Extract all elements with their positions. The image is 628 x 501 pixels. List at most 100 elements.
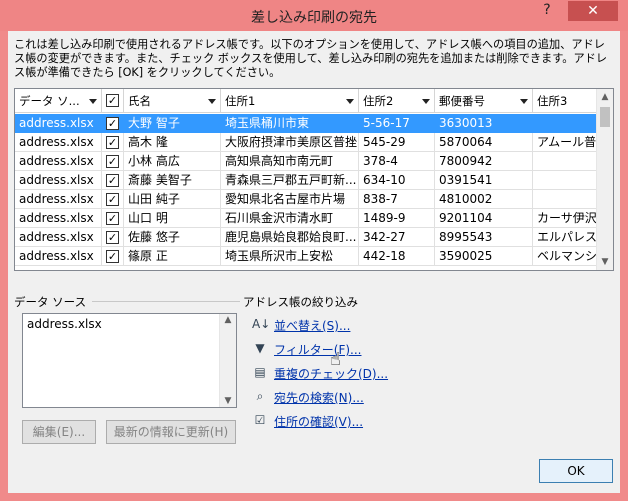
grid-header: データ ソ... ✓ 氏名 住所1 住所2 郵便番号 住所3 xyxy=(15,89,598,113)
cell-address2: 342-27 xyxy=(359,228,435,247)
datasource-divider xyxy=(92,301,240,302)
dialog-window: 差し込み印刷の宛先 ? ✕ これは差し込み印刷で使用されるアドレス帳です。以下の… xyxy=(0,0,628,501)
cell-address1: 高知県高知市南元町 xyxy=(221,152,359,171)
cell-address2: 1489-9 xyxy=(359,209,435,228)
cell-address1: 石川県金沢市清水町 xyxy=(221,209,359,228)
cell-zip: 9201104 xyxy=(435,209,533,228)
datasource-scrollbar[interactable]: ▲ ▼ xyxy=(219,314,236,407)
sort-link[interactable]: 並べ替え(S)... xyxy=(274,317,350,333)
cell-zip: 3590025 xyxy=(435,247,533,266)
cell-address3: エルパレス下 xyxy=(533,228,598,247)
duplicate-icon: ▤ xyxy=(254,365,266,379)
cell-address2: 838-7 xyxy=(359,190,435,209)
header-address1[interactable]: 住所1 xyxy=(221,89,359,113)
scroll-down-icon[interactable]: ▼ xyxy=(220,396,236,406)
verify-icon: ☑ xyxy=(254,413,266,427)
row-checkbox[interactable]: ✓ xyxy=(102,247,124,266)
cell-zip: 0391541 xyxy=(435,171,533,190)
cell-address2: 5-56-17 xyxy=(359,114,435,133)
cell-source: address.xlsx xyxy=(15,247,102,266)
cell-source: address.xlsx xyxy=(15,171,102,190)
dialog-body: これは差し込み印刷で使用されるアドレス帳です。以下のオプションを使用して、アドレ… xyxy=(8,31,620,493)
row-checkbox[interactable]: ✓ xyxy=(102,133,124,152)
check-icon[interactable]: ✓ xyxy=(106,193,119,206)
dropdown-arrow-icon[interactable] xyxy=(346,99,354,104)
header-zip[interactable]: 郵便番号 xyxy=(435,89,533,113)
dropdown-arrow-icon[interactable] xyxy=(89,99,97,104)
scroll-thumb[interactable] xyxy=(600,107,610,127)
close-button[interactable]: ✕ xyxy=(568,1,618,21)
scroll-up-icon[interactable]: ▲ xyxy=(597,89,613,105)
row-checkbox[interactable]: ✓ xyxy=(102,152,124,171)
hand-cursor-icon: ☝ xyxy=(330,349,341,370)
table-row[interactable]: address.xlsx ✓ 高木 隆 大阪府摂津市美原区普挫 545-29 5… xyxy=(15,133,598,152)
check-icon[interactable]: ✓ xyxy=(106,231,119,244)
search-icon: ⌕ xyxy=(256,389,264,403)
cell-zip: 7800942 xyxy=(435,152,533,171)
cell-address3: アムール普挫 xyxy=(533,133,598,152)
cell-address1: 鹿児島県姶良郡姶良町... xyxy=(221,228,359,247)
cell-name: 斎藤 美智子 xyxy=(124,171,221,190)
row-checkbox[interactable]: ✓ xyxy=(102,190,124,209)
header-address2[interactable]: 住所2 xyxy=(359,89,435,113)
check-icon[interactable]: ✓ xyxy=(106,117,119,130)
cell-source: address.xlsx xyxy=(15,133,102,152)
cell-name: 山田 純子 xyxy=(124,190,221,209)
table-row[interactable]: address.xlsx ✓ 小林 高広 高知県高知市南元町 378-4 780… xyxy=(15,152,598,171)
dropdown-arrow-icon[interactable] xyxy=(520,99,528,104)
help-button[interactable]: ? xyxy=(536,2,558,22)
check-icon[interactable]: ✓ xyxy=(106,174,119,187)
grid-vertical-scrollbar[interactable]: ▲ ▼ xyxy=(596,89,613,270)
scroll-down-icon[interactable]: ▼ xyxy=(597,254,613,270)
datasource-list[interactable]: address.xlsx ▲ ▼ xyxy=(22,313,237,408)
cell-address1: 大阪府摂津市美原区普挫 xyxy=(221,133,359,152)
recipient-grid[interactable]: データ ソ... ✓ 氏名 住所1 住所2 郵便番号 住所3 address.x… xyxy=(14,88,614,271)
check-icon[interactable]: ✓ xyxy=(106,155,119,168)
cell-address2: 545-29 xyxy=(359,133,435,152)
filter-link[interactable]: フィルター(F)... xyxy=(274,341,361,357)
refine-label: アドレス帳の絞り込み xyxy=(243,295,358,309)
header-check-icon[interactable]: ✓ xyxy=(106,94,119,107)
table-row[interactable]: address.xlsx ✓ 佐藤 悠子 鹿児島県姶良郡姶良町... 342-2… xyxy=(15,228,598,247)
header-address3[interactable]: 住所3 xyxy=(533,89,598,113)
table-row[interactable]: address.xlsx ✓ 斎藤 美智子 青森県三戸郡五戸町新... 634-… xyxy=(15,171,598,190)
cell-name: 篠原 正 xyxy=(124,247,221,266)
edit-button[interactable]: 編集(E)... xyxy=(22,420,96,444)
cell-address1: 埼玉県所沢市上安松 xyxy=(221,247,359,266)
cell-address1: 愛知県北名古屋市片場 xyxy=(221,190,359,209)
table-row[interactable]: address.xlsx ✓ 山口 明 石川県金沢市清水町 1489-9 920… xyxy=(15,209,598,228)
check-icon[interactable]: ✓ xyxy=(106,136,119,149)
scroll-up-icon[interactable]: ▲ xyxy=(220,315,236,325)
filter-icon: ▼ xyxy=(255,341,265,355)
cell-zip: 8995543 xyxy=(435,228,533,247)
ok-button[interactable]: OK xyxy=(539,459,613,483)
description-text: これは差し込み印刷で使用されるアドレス帳です。以下のオプションを使用して、アドレ… xyxy=(14,38,608,79)
dialog-title: 差し込み印刷の宛先 xyxy=(251,10,377,26)
row-checkbox[interactable]: ✓ xyxy=(102,171,124,190)
cell-source: address.xlsx xyxy=(15,114,102,133)
cell-address1: 青森県三戸郡五戸町新... xyxy=(221,171,359,190)
table-row[interactable]: address.xlsx ✓ 大野 智子 埼玉県桶川市東 5-56-17 363… xyxy=(15,114,598,133)
header-data-source[interactable]: データ ソ... xyxy=(15,89,102,113)
find-recipient-link[interactable]: 宛先の検索(N)... xyxy=(274,389,364,405)
cell-address3 xyxy=(533,152,598,171)
dropdown-arrow-icon[interactable] xyxy=(208,99,216,104)
cell-address1: 埼玉県桶川市東 xyxy=(221,114,359,133)
cell-address2: 634-10 xyxy=(359,171,435,190)
datasource-item[interactable]: address.xlsx xyxy=(27,317,102,331)
validate-address-link[interactable]: 住所の確認(V)... xyxy=(274,413,363,429)
check-icon[interactable]: ✓ xyxy=(106,212,119,225)
table-row[interactable]: address.xlsx ✓ 篠原 正 埼玉県所沢市上安松 442-18 359… xyxy=(15,247,598,266)
row-checkbox[interactable]: ✓ xyxy=(102,209,124,228)
check-icon[interactable]: ✓ xyxy=(106,250,119,263)
header-checkbox[interactable]: ✓ xyxy=(102,89,124,113)
cell-name: 高木 隆 xyxy=(124,133,221,152)
dropdown-arrow-icon[interactable] xyxy=(422,99,430,104)
row-checkbox[interactable]: ✓ xyxy=(102,114,124,133)
cell-zip: 5870064 xyxy=(435,133,533,152)
header-name[interactable]: 氏名 xyxy=(124,89,221,113)
table-row[interactable]: address.xlsx ✓ 山田 純子 愛知県北名古屋市片場 838-7 48… xyxy=(15,190,598,209)
cell-address3: カーサ伊沢9 xyxy=(533,209,598,228)
refresh-button[interactable]: 最新の情報に更新(H) xyxy=(106,420,236,444)
row-checkbox[interactable]: ✓ xyxy=(102,228,124,247)
